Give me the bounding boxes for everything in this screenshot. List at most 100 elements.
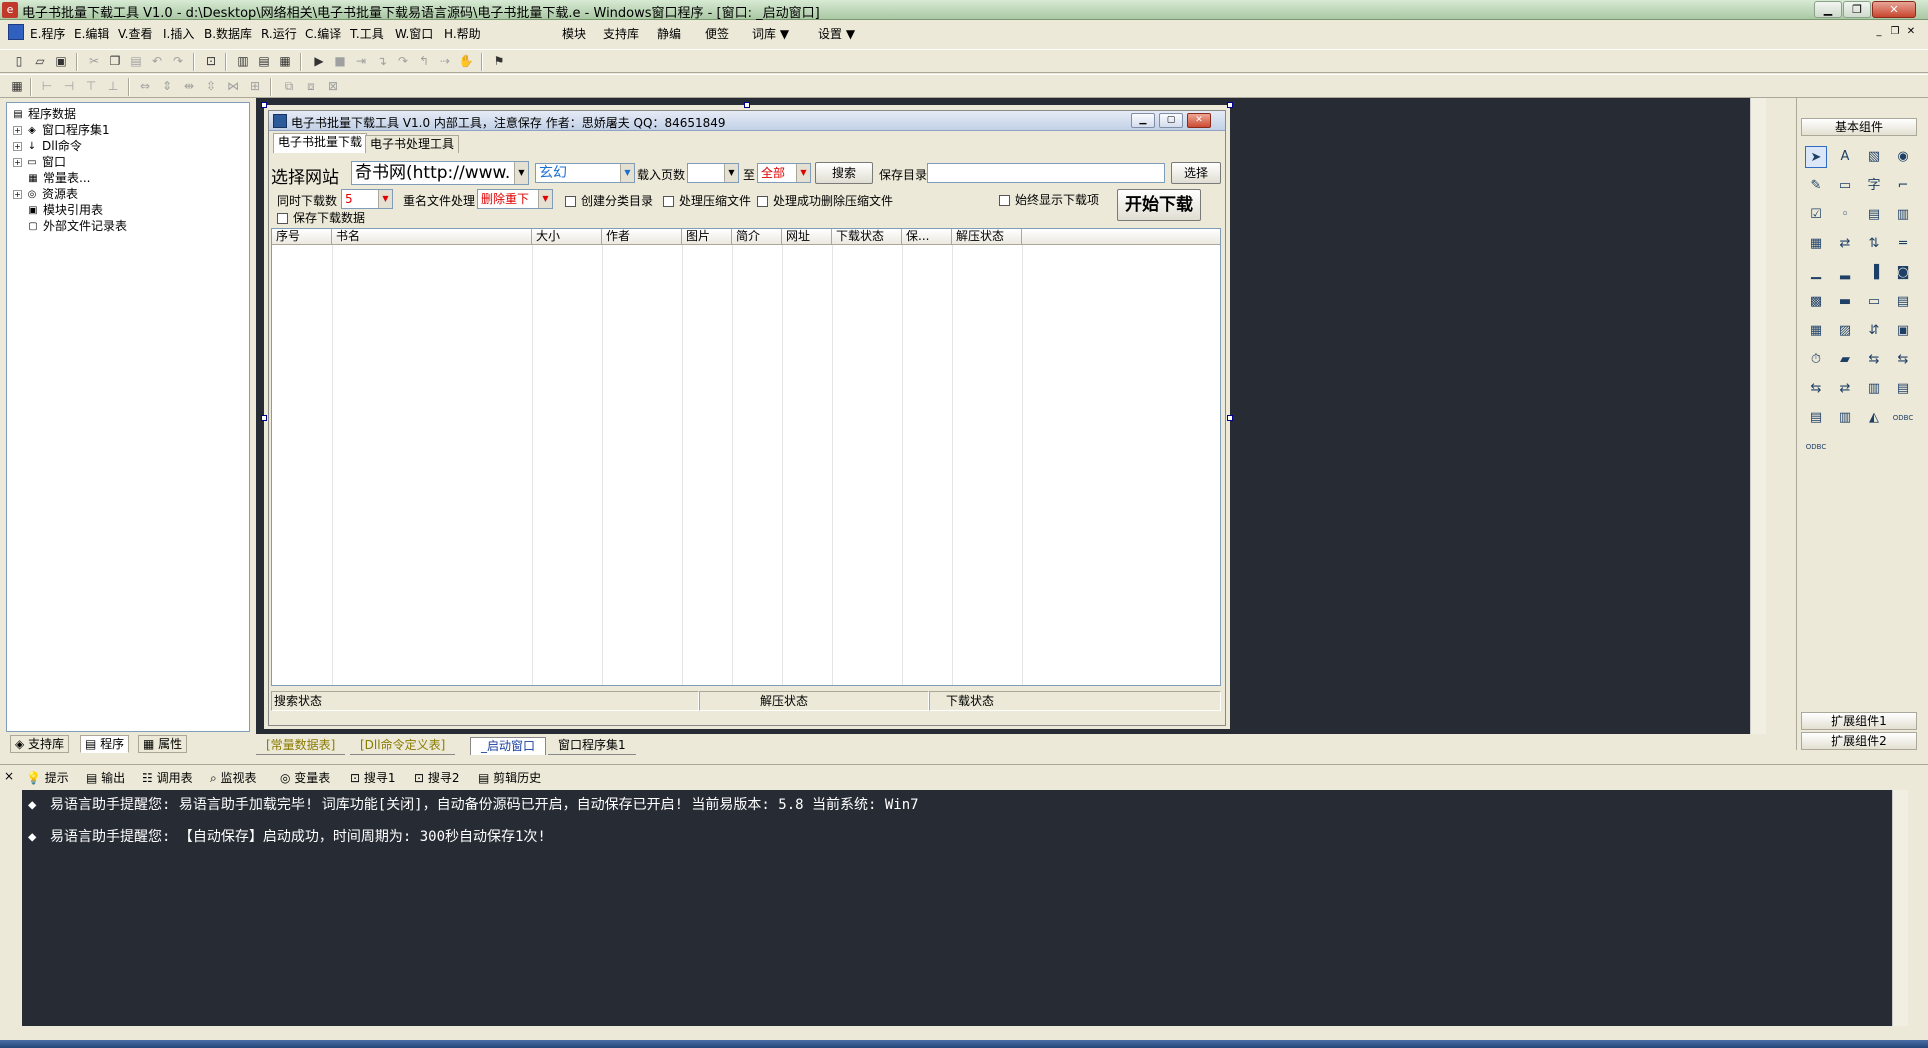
menu-static-compile[interactable]: 静编 bbox=[657, 25, 681, 42]
col-header-save[interactable]: 保... bbox=[902, 229, 952, 245]
menu-program[interactable]: E.程序 bbox=[30, 25, 65, 42]
chevron-down-icon[interactable]: ▼ bbox=[514, 162, 528, 184]
col-header-unzip-status[interactable]: 解压状态 bbox=[952, 229, 1022, 245]
always-show-checkbox[interactable]: 始终显示下载项 bbox=[999, 191, 1099, 208]
chevron-down-icon[interactable]: ▼ bbox=[538, 190, 552, 208]
component-icon[interactable]: ▤ bbox=[1805, 407, 1827, 429]
tab-constants-table[interactable]: [常量数据表] bbox=[256, 737, 346, 755]
center-v-icon[interactable]: ⊞ bbox=[246, 78, 264, 95]
checkbox-box[interactable] bbox=[999, 195, 1010, 206]
component-icon[interactable]: ✎ bbox=[1805, 175, 1827, 197]
component-icon[interactable]: ⇵ bbox=[1863, 320, 1885, 342]
menu-notes[interactable]: 便签 bbox=[705, 25, 729, 42]
chevron-down-icon[interactable]: ▼ bbox=[796, 164, 810, 182]
redo-icon[interactable]: ↷ bbox=[169, 53, 187, 70]
component-icon[interactable]: ▤ bbox=[1863, 204, 1885, 226]
component-icon[interactable]: ▩ bbox=[1805, 291, 1827, 313]
pin-icon[interactable]: × bbox=[4, 769, 14, 783]
resize-handle[interactable] bbox=[261, 415, 267, 421]
form-minimize-button[interactable]: ▁ bbox=[1131, 113, 1155, 128]
component-icon[interactable]: ODBC bbox=[1892, 407, 1914, 429]
col-header-intro[interactable]: 简介 bbox=[732, 229, 782, 245]
layout3-icon[interactable]: ▦ bbox=[276, 53, 294, 70]
menu-window[interactable]: W.窗口 bbox=[395, 25, 433, 42]
output-panel[interactable]: ◆ 易语言助手提醒您: 易语言助手加载完毕! 词库功能[关闭]，自动备份源码已开启… bbox=[22, 790, 1892, 1026]
chevron-down-icon[interactable]: ▼ bbox=[724, 164, 738, 182]
stop-icon[interactable]: ■ bbox=[331, 53, 349, 70]
component-icon[interactable]: ▭ bbox=[1834, 175, 1856, 197]
tab-properties[interactable]: ▦ 属性 bbox=[138, 735, 188, 753]
tab-call-stack[interactable]: ☷ 调用表 bbox=[142, 769, 193, 786]
tree-item-constants[interactable]: ▦ 常量表... bbox=[26, 169, 90, 186]
component-icon[interactable]: ⇅ bbox=[1863, 233, 1885, 255]
col-header-download-status[interactable]: 下载状态 bbox=[832, 229, 902, 245]
component-icon[interactable]: 字 bbox=[1863, 175, 1885, 197]
component-icon[interactable]: ⇄ bbox=[1834, 233, 1856, 255]
component-icon[interactable]: ⌐ bbox=[1892, 175, 1914, 197]
same-width-icon[interactable]: ⇔ bbox=[136, 78, 154, 95]
align-left-icon[interactable]: ⊢ bbox=[38, 78, 56, 95]
align-center-icon[interactable]: ⊣ bbox=[60, 78, 78, 95]
tree-item-window[interactable]: + ▭ 窗口 bbox=[13, 153, 66, 170]
mdi-restore-button[interactable]: ❐ bbox=[1888, 25, 1902, 39]
component-icon[interactable]: ⇆ bbox=[1805, 378, 1827, 400]
tab-dll-table[interactable]: [Dll命令定义表] bbox=[350, 737, 456, 755]
component-icon[interactable]: ◭ bbox=[1863, 407, 1885, 429]
component-icon[interactable]: ◙ bbox=[1892, 262, 1914, 284]
component-icon[interactable]: ⏱ bbox=[1805, 349, 1827, 371]
component-icon[interactable]: ⇄ bbox=[1834, 378, 1856, 400]
start-download-button[interactable]: 开始下载 bbox=[1117, 189, 1201, 221]
component-icon[interactable]: ➤ bbox=[1805, 146, 1827, 168]
open-file-icon[interactable]: ▱ bbox=[31, 53, 49, 70]
form-close-button[interactable]: ✕ bbox=[1187, 113, 1211, 128]
expand-icon[interactable]: + bbox=[13, 126, 22, 135]
ext-components-1-header[interactable]: 扩展组件1 bbox=[1801, 712, 1917, 730]
tab-search2[interactable]: ⊡ 搜寻2 bbox=[414, 769, 460, 786]
mdi-close-button[interactable]: ✕ bbox=[1904, 25, 1918, 39]
tab-start-window[interactable]: _启动窗口 bbox=[470, 737, 547, 755]
menu-tools[interactable]: T.工具 bbox=[350, 25, 384, 42]
resize-handle[interactable] bbox=[261, 102, 267, 108]
menu-database[interactable]: B.数据库 bbox=[204, 25, 252, 42]
menu-insert[interactable]: I.插入 bbox=[163, 25, 194, 42]
menu-support-lib[interactable]: 支持库 bbox=[603, 25, 639, 42]
tree-item-dll[interactable]: + ↓ Dll命令 bbox=[13, 137, 82, 154]
step-out-icon[interactable]: ↰ bbox=[415, 53, 433, 70]
expand-icon[interactable]: + bbox=[13, 190, 22, 199]
tab-clip-history[interactable]: ▤ 剪辑历史 bbox=[478, 769, 541, 786]
menu-view[interactable]: V.查看 bbox=[118, 25, 152, 42]
component-icon[interactable]: ▭ bbox=[1863, 291, 1885, 313]
col-header-url[interactable]: 网址 bbox=[782, 229, 832, 245]
component-icon[interactable]: ▥ bbox=[1892, 204, 1914, 226]
expand-icon[interactable]: + bbox=[13, 158, 22, 167]
hand-icon[interactable]: ✋ bbox=[457, 53, 475, 70]
minimize-button[interactable]: ▁ bbox=[1814, 1, 1842, 18]
delete-archive-checkbox[interactable]: 处理成功删除压缩文件 bbox=[757, 192, 893, 209]
menu-edit[interactable]: E.编辑 bbox=[74, 25, 109, 42]
component-icon[interactable]: ▦ bbox=[1805, 320, 1827, 342]
close-button[interactable]: ✕ bbox=[1872, 1, 1916, 18]
tab-ebook-tools[interactable]: 电子书处理工具 bbox=[365, 135, 460, 153]
resize-handle[interactable] bbox=[744, 102, 750, 108]
component-icon[interactable]: ▦ bbox=[1805, 233, 1827, 255]
component-icon[interactable]: ▬ bbox=[1834, 291, 1856, 313]
new-file-icon[interactable]: ▯ bbox=[10, 53, 28, 70]
tab-watch[interactable]: ⌕ 监视表 bbox=[210, 769, 257, 786]
run-to-cursor-icon[interactable]: ⇢ bbox=[436, 53, 454, 70]
copy-icon[interactable]: ❐ bbox=[106, 53, 124, 70]
designer-scrollbar[interactable] bbox=[1750, 98, 1766, 734]
center-h-icon[interactable]: ⋈ bbox=[224, 78, 242, 95]
order-back-icon[interactable]: ⧈ bbox=[302, 78, 320, 95]
paste-icon[interactable]: ▤ bbox=[127, 53, 145, 70]
tree-item-external-files[interactable]: ▢ 外部文件记录表 bbox=[26, 217, 127, 234]
undo-icon[interactable]: ↶ bbox=[148, 53, 166, 70]
same-height-icon[interactable]: ⇕ bbox=[158, 78, 176, 95]
col-header-index[interactable]: 序号 bbox=[272, 229, 332, 245]
expand-icon[interactable]: + bbox=[13, 142, 22, 151]
rename-select[interactable]: 删除重下 ▼ bbox=[477, 189, 553, 209]
checkbox-box[interactable] bbox=[277, 213, 288, 224]
layout1-icon[interactable]: ▥ bbox=[234, 53, 252, 70]
space-h-icon[interactable]: ⇹ bbox=[180, 78, 198, 95]
run-icon[interactable]: ▶ bbox=[310, 53, 328, 70]
search-button[interactable]: 搜索 bbox=[815, 162, 873, 184]
